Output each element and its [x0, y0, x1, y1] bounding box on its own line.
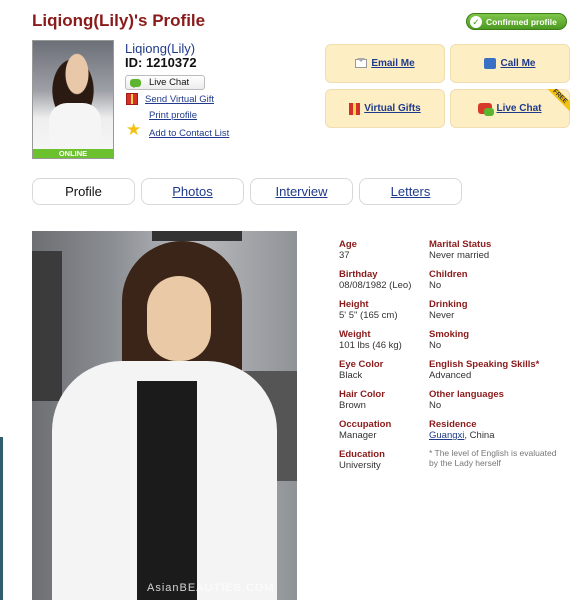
detail-hair-color: Hair Color Brown: [339, 389, 385, 411]
gift-box-icon: [349, 102, 361, 115]
background-poster: [32, 251, 62, 401]
detail-label: Height: [339, 299, 369, 310]
detail-value: 37: [339, 250, 350, 261]
residence-city-link[interactable]: Guangxi: [429, 430, 464, 441]
detail-age: Age 37: [339, 239, 357, 261]
detail-value: 5' 5" (165 cm): [339, 310, 398, 321]
detail-label: Marital Status: [429, 239, 492, 250]
page-title: Liqiong(Lily)'s Profile: [32, 11, 206, 30]
left-edge-strip: [0, 437, 3, 600]
detail-eye-color: Eye Color Black: [339, 359, 383, 381]
detail-label: Smoking: [429, 329, 470, 340]
virtual-gifts-label: Virtual Gifts: [364, 103, 421, 114]
call-me-button[interactable]: Call Me: [450, 44, 570, 83]
detail-weight: Weight 101 lbs (46 kg): [339, 329, 402, 351]
detail-label: Birthday: [339, 269, 378, 280]
free-badge-label: FREE: [544, 89, 570, 114]
detail-value: No: [429, 280, 442, 291]
check-icon: ✓: [470, 15, 482, 28]
photo-top: [137, 381, 197, 600]
detail-label: Age: [339, 239, 357, 250]
email-me-label: Email Me: [371, 58, 415, 69]
detail-value: No: [429, 400, 442, 411]
tab-letters[interactable]: Letters: [359, 178, 462, 205]
detail-label: Weight: [339, 329, 371, 340]
detail-birthday: Birthday 08/08/1982 (Leo): [339, 269, 411, 291]
live-chat-button[interactable]: Live Chat FREE: [450, 89, 570, 128]
detail-value: 08/08/1982 (Leo): [339, 280, 412, 291]
detail-label: Children: [429, 269, 468, 280]
detail-value: Black: [339, 370, 363, 381]
envelope-icon: [355, 58, 368, 68]
detail-label: Residence: [429, 419, 477, 430]
detail-value: Never: [429, 310, 455, 321]
detail-education: Education University: [339, 449, 385, 471]
detail-marital-status: Marital Status Never married: [429, 239, 491, 261]
chat-bubble-icon: [130, 78, 141, 88]
detail-label: Education: [339, 449, 385, 460]
detail-label: Hair Color: [339, 389, 385, 400]
thumbnail-figure: [49, 103, 101, 151]
detail-occupation: Occupation Manager: [339, 419, 391, 441]
main-profile-photo[interactable]: AsianBEAUTIES.COM: [32, 231, 297, 600]
email-me-button[interactable]: Email Me: [325, 44, 445, 83]
profile-thumbnail[interactable]: ONLINE: [32, 40, 114, 159]
detail-smoking: Smoking No: [429, 329, 469, 351]
detail-residence: Residence Guangxi, China: [429, 419, 495, 441]
profile-name: Liqiong(Lily): [125, 41, 196, 56]
detail-drinking: Drinking Never: [429, 299, 468, 321]
detail-label: Occupation: [339, 419, 392, 430]
photo-watermark: AsianBEAUTIES.COM: [147, 582, 275, 594]
print-profile-link[interactable]: Print profile: [149, 110, 197, 121]
call-me-label: Call Me: [500, 58, 536, 69]
live-chat-label: Live Chat: [496, 103, 542, 114]
free-corner-badge: FREE: [544, 89, 570, 115]
english-level-note: * The level of English is evaluated by t…: [429, 448, 557, 468]
residence-country: , China: [464, 430, 495, 441]
confirmed-profile-badge: ✓ Confirmed profile: [466, 13, 567, 30]
photo-face: [147, 276, 211, 361]
tab-profile[interactable]: Profile: [32, 178, 135, 205]
detail-value: No: [429, 340, 442, 351]
tab-photos[interactable]: Photos: [141, 178, 244, 205]
virtual-gifts-button[interactable]: Virtual Gifts: [325, 89, 445, 128]
detail-value: Guangxi, China: [429, 430, 495, 441]
detail-height: Height 5' 5" (165 cm): [339, 299, 398, 321]
detail-label: Other languages: [429, 389, 504, 400]
detail-value: Advanced: [429, 370, 472, 381]
detail-other-languages: Other languages No: [429, 389, 504, 411]
detail-label: Eye Color: [339, 359, 384, 370]
profile-id: ID: 1210372: [125, 55, 197, 70]
detail-label: Drinking: [429, 299, 468, 310]
send-virtual-gift-link[interactable]: Send Virtual Gift: [145, 94, 214, 105]
detail-english-skills: English Speaking Skills* Advanced: [429, 359, 539, 381]
detail-label: English Speaking Skills*: [429, 359, 540, 370]
detail-value: Manager: [339, 430, 377, 441]
detail-value: Brown: [339, 400, 366, 411]
detail-value: Never married: [429, 250, 490, 261]
online-status-badge: ONLINE: [33, 149, 113, 158]
live-chat-small-label: Live Chat: [149, 77, 190, 88]
phone-icon: [484, 58, 497, 69]
tab-interview[interactable]: Interview: [250, 178, 353, 205]
detail-children: Children No: [429, 269, 468, 291]
live-chat-small-button[interactable]: Live Chat: [125, 75, 205, 90]
chat-bubbles-icon: [478, 103, 495, 116]
background-frame: [152, 231, 242, 241]
gift-icon: [126, 93, 138, 105]
add-to-contact-list-link[interactable]: Add to Contact List: [149, 128, 229, 139]
detail-value: University: [339, 460, 381, 471]
detail-value: 101 lbs (46 kg): [339, 340, 402, 351]
confirmed-profile-label: Confirmed profile: [486, 16, 557, 27]
star-icon: ★: [126, 120, 142, 139]
